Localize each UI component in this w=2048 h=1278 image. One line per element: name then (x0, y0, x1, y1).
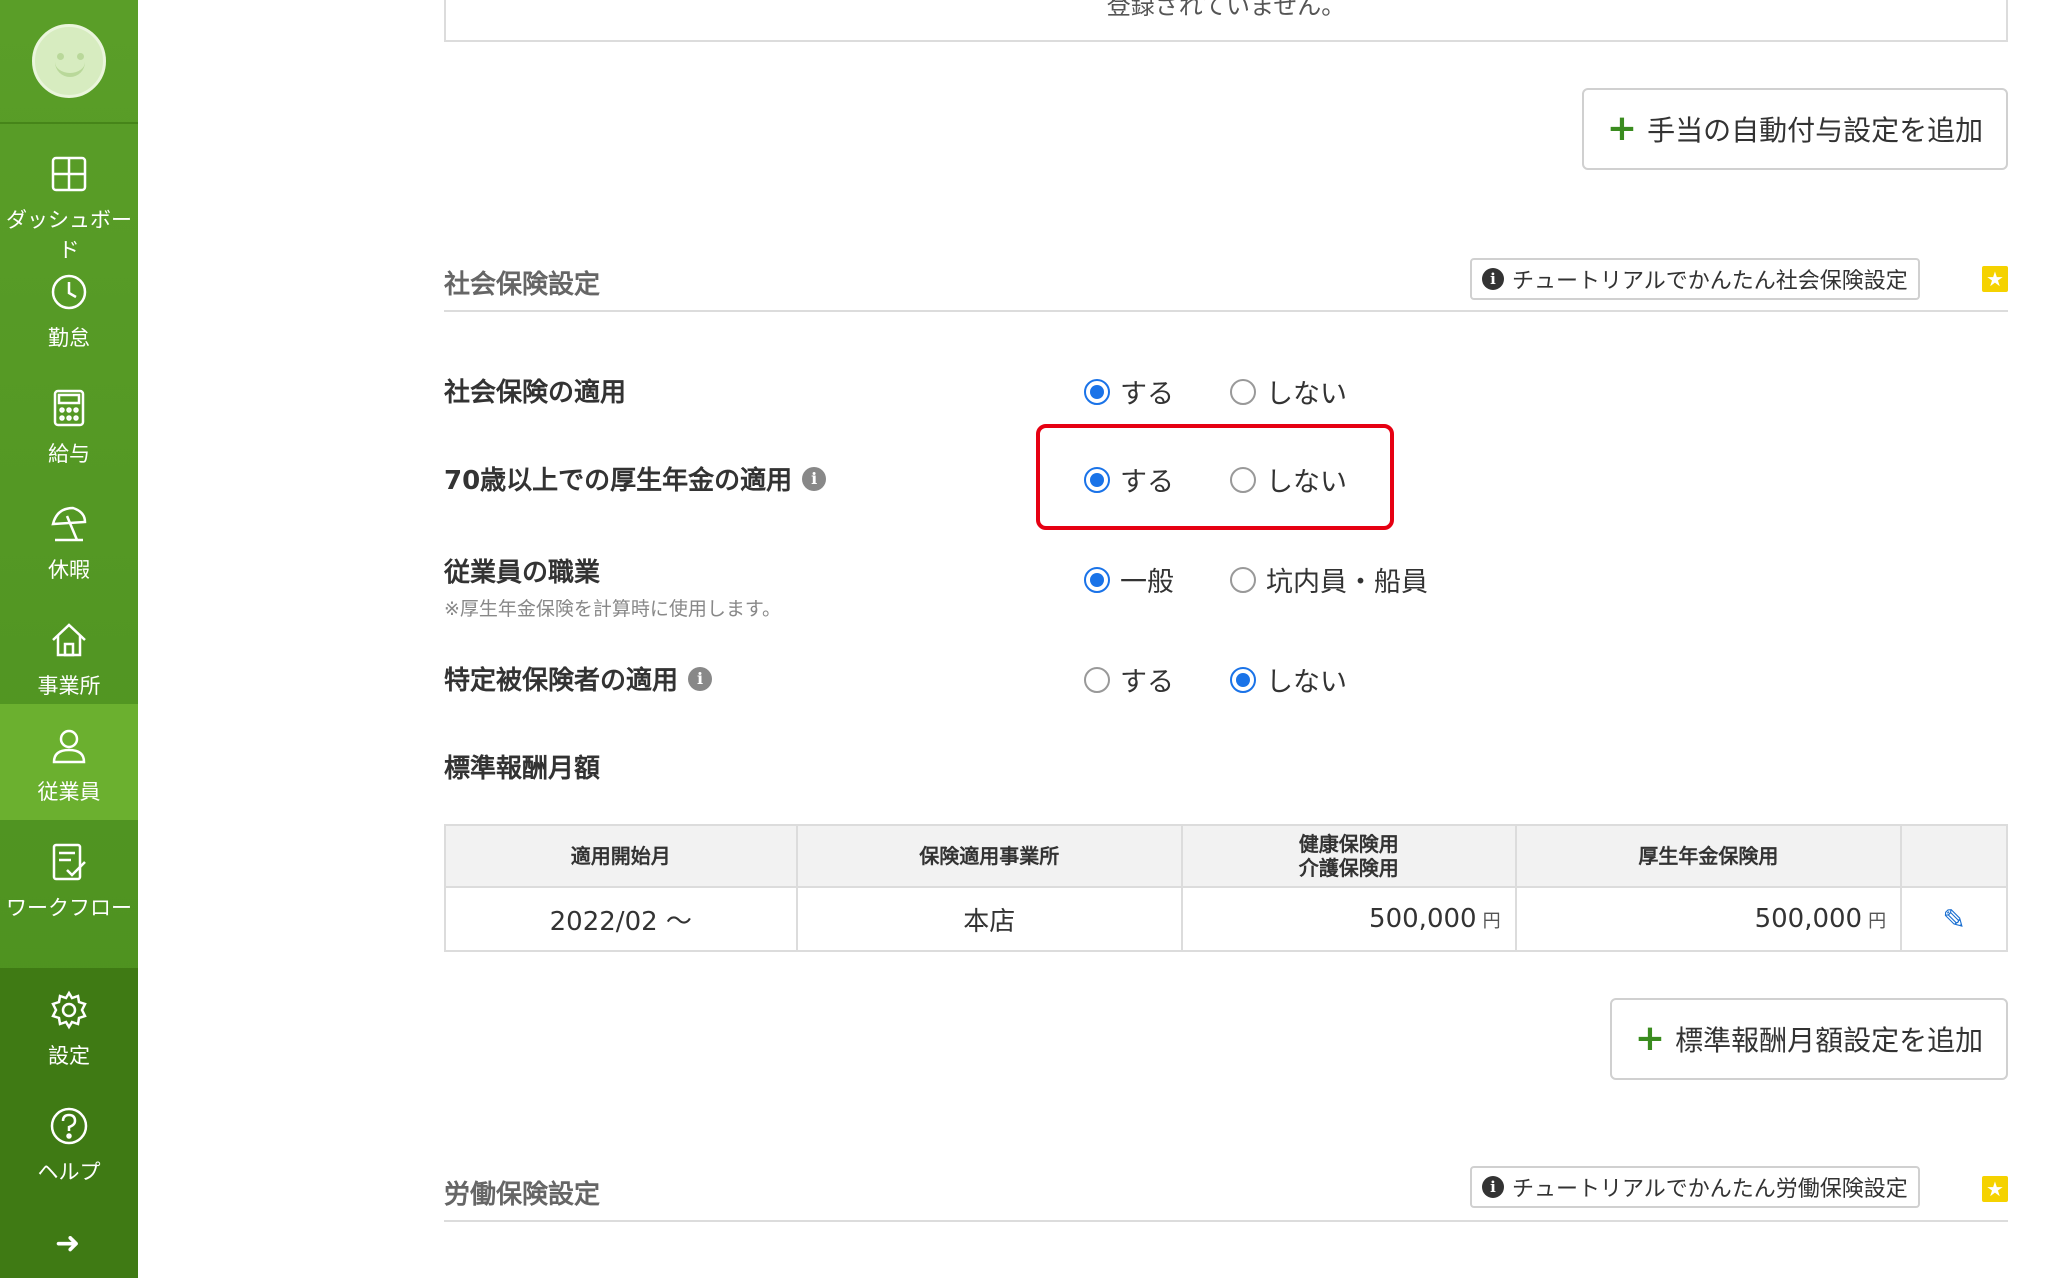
social-apply-yes-radio[interactable]: する (1084, 372, 1174, 411)
labor-tutorial-button[interactable]: i チュートリアルでかんたん労働保険設定 (1470, 1166, 1920, 1208)
gear-icon (51, 990, 87, 1030)
sidebar-item-office[interactable]: 事業所 (0, 598, 138, 714)
star-icon: ★ (1982, 266, 2008, 292)
pencil-icon[interactable]: ✎ (1942, 903, 1965, 936)
add-allowance-label: 手当の自動付与設定を追加 (1647, 114, 1984, 147)
cell-office: 本店 (795, 886, 1183, 952)
social-insurance-apply-label: 社会保険の適用 (444, 378, 627, 408)
col-start-month: 適用開始月 (444, 824, 798, 888)
col-pension: 厚生年金保険用 (1514, 824, 1903, 888)
sidebar-item-label: ヘルプ (37, 1160, 101, 1184)
radio-circle (1230, 566, 1256, 593)
specified-insured-no-radio[interactable]: しない (1230, 660, 1347, 699)
question-icon (50, 1107, 88, 1145)
sidebar-divider (0, 122, 138, 124)
info-icon[interactable]: i (802, 466, 827, 491)
occupation-miner-seaman-radio[interactable]: 坑内員・船員 (1230, 560, 1428, 599)
add-remuneration-button[interactable]: + 標準報酬月額設定を追加 (1610, 998, 2008, 1080)
remuneration-table: 適用開始月 保険適用事業所 健康保険用 介護保険用 厚生年金保険用 2022/02… (444, 824, 2008, 952)
sidebar-item-leave[interactable]: 休暇 (0, 482, 138, 598)
labor-tutorial-label: チュートリアルでかんたん労働保険設定 (1512, 1177, 1908, 1202)
col-office: 保険適用事業所 (795, 824, 1183, 888)
calculator-icon (53, 389, 85, 427)
pension-over70-label: 70歳以上での厚生年金の適用 i (444, 460, 827, 497)
sidebar-item-label: 勤怠 (48, 326, 90, 350)
table-header-row: 適用開始月 保険適用事業所 健康保険用 介護保険用 厚生年金保険用 (444, 824, 2008, 888)
add-allowance-button[interactable]: + 手当の自動付与設定を追加 (1582, 88, 2008, 170)
social-tutorial-button[interactable]: i チュートリアルでかんたん社会保険設定 (1470, 258, 1920, 300)
house-icon (52, 623, 86, 657)
radio-circle (1084, 566, 1110, 593)
sidebar-item-label: 設定 (48, 1044, 90, 1068)
dashboard-icon (51, 156, 87, 192)
occupation-label: 従業員の職業 (444, 558, 601, 588)
add-remuneration-label: 標準報酬月額設定を追加 (1675, 1024, 1984, 1057)
cell-pension: 500,000 円 (1514, 886, 1903, 952)
col-health-care: 健康保険用 介護保険用 (1180, 824, 1517, 888)
table-row: 2022/02 〜 本店 500,000 円 500,000 円 ✎ (444, 886, 2008, 952)
section-divider (444, 1220, 2008, 1222)
occupation-general-radio[interactable]: 一般 (1084, 560, 1174, 599)
section-divider (444, 310, 2008, 312)
avatar[interactable] (32, 24, 106, 98)
specified-insured-label: 特定被保険者の適用 i (444, 660, 713, 697)
info-icon: i (1482, 268, 1504, 290)
star-icon: ★ (1982, 1176, 2008, 1202)
beach-umbrella-icon (51, 506, 87, 542)
clock-icon (51, 274, 87, 310)
plus-icon: + (1606, 108, 1638, 149)
sidebar: ダッシュボード 勤怠 給与 休暇 事業所 従業員 ワークフロー 設定 ヘルプ ➜ (0, 0, 138, 1278)
sidebar-item-payroll[interactable]: 給与 (0, 366, 138, 482)
info-icon: i (1482, 1176, 1504, 1198)
radio-circle (1230, 666, 1256, 693)
sidebar-item-label: 休暇 (48, 558, 90, 582)
info-icon[interactable]: i (688, 666, 713, 691)
sidebar-item-help[interactable]: ヘルプ (0, 1084, 138, 1200)
sidebar-item-workflow[interactable]: ワークフロー (0, 820, 138, 936)
sidebar-item-label: 給与 (48, 442, 90, 466)
specified-insured-yes-radio[interactable]: する (1084, 660, 1174, 699)
standard-remuneration-title: 標準報酬月額 (444, 754, 601, 784)
sidebar-item-label: 従業員 (37, 780, 101, 804)
radio-circle (1084, 378, 1110, 405)
sidebar-item-settings[interactable]: 設定 (0, 968, 138, 1084)
cell-edit: ✎ (1900, 886, 2008, 952)
social-apply-no-radio[interactable]: しない (1230, 372, 1347, 411)
empty-notice: 登録されていません。 (1106, 0, 1346, 20)
sidebar-item-employees[interactable]: 従業員 (0, 704, 138, 820)
labor-insurance-title: 労働保険設定 (444, 1180, 601, 1210)
social-tutorial-label: チュートリアルでかんたん社会保険設定 (1512, 269, 1908, 294)
highlight-box (1036, 424, 1394, 530)
cell-start-month: 2022/02 〜 (444, 886, 798, 952)
occupation-note: ※厚生年金保険を計算時に使用します。 (444, 598, 782, 620)
social-insurance-title: 社会保険設定 (444, 270, 601, 300)
sidebar-item-attendance[interactable]: 勤怠 (0, 250, 138, 366)
radio-circle (1084, 666, 1110, 693)
sidebar-item-dashboard[interactable]: ダッシュボード (0, 132, 138, 262)
radio-circle (1230, 378, 1256, 405)
sidebar-item-label: 事業所 (37, 674, 101, 698)
expand-arrow-icon[interactable]: ➜ (55, 1226, 80, 1261)
person-icon (52, 729, 86, 764)
checklist-icon (52, 843, 86, 881)
allowance-empty-box: 登録されていません。 (444, 0, 2008, 42)
plus-icon: + (1634, 1018, 1666, 1059)
cell-health: 500,000 円 (1180, 886, 1517, 952)
col-actions (1900, 824, 2008, 888)
sidebar-item-label: ワークフロー (6, 896, 132, 920)
